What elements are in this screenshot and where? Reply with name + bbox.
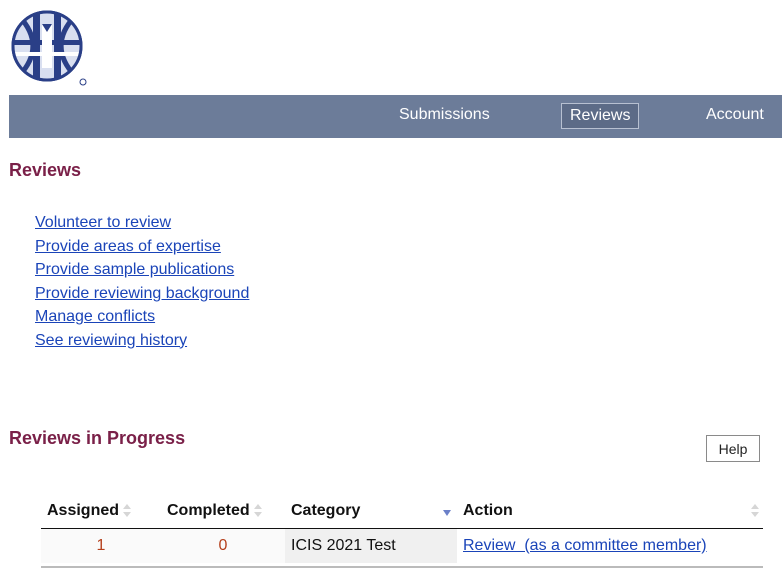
column-header-action[interactable]: Action: [457, 494, 763, 529]
help-button[interactable]: Help: [706, 435, 760, 462]
sort-icon: [253, 503, 262, 518]
column-header-completed[interactable]: Completed: [161, 494, 285, 529]
column-header-label: Action: [463, 502, 513, 519]
nav-reviews[interactable]: Reviews: [561, 103, 640, 129]
list-item: See reviewing history: [35, 329, 249, 353]
list-item: Provide reviewing background: [35, 282, 249, 306]
assigned-count: 1: [41, 528, 161, 563]
top-nav-bar: Submissions Reviews Account: [9, 95, 782, 138]
column-header-label: Category: [291, 502, 361, 519]
column-header-category[interactable]: Category: [285, 494, 457, 529]
reviews-in-progress-title: Reviews in Progress: [9, 428, 186, 448]
column-header-assigned[interactable]: Assigned: [41, 494, 161, 529]
table-bottom-rule: [41, 566, 763, 568]
nav-submissions[interactable]: Submissions: [399, 102, 490, 128]
column-header-label: Assigned: [47, 502, 120, 519]
sample-publications-link[interactable]: Provide sample publications: [35, 261, 234, 278]
action-cell: Review (as a committee member): [457, 529, 763, 564]
volunteer-link[interactable]: Volunteer to review: [35, 214, 171, 231]
list-item: Provide areas of expertise: [35, 235, 249, 259]
page: Submissions Reviews Account Reviews Volu…: [0, 0, 782, 577]
completed-count: 0: [161, 528, 285, 563]
nav-account[interactable]: Account: [706, 102, 764, 128]
globe-logo-icon[interactable]: [9, 6, 93, 90]
manage-conflicts-link[interactable]: Manage conflicts: [35, 308, 155, 325]
reviews-link-list: Volunteer to review Provide areas of exp…: [35, 211, 249, 352]
table-row: 1 0 ICIS 2021 Test Review (as a committe…: [41, 528, 763, 564]
sort-descending-icon: [443, 510, 451, 516]
sort-icon: [751, 504, 759, 518]
reviewing-history-link[interactable]: See reviewing history: [35, 332, 187, 349]
reviews-table: Assigned Completed Category Action 1 0 I…: [41, 494, 763, 563]
review-link[interactable]: Review (as a committee member): [463, 537, 707, 554]
sort-icon: [123, 503, 132, 518]
list-item: Manage conflicts: [35, 305, 249, 329]
category-cell: ICIS 2021 Test: [285, 528, 457, 563]
reviewing-background-link[interactable]: Provide reviewing background: [35, 285, 249, 302]
list-item: Volunteer to review: [35, 211, 249, 235]
column-header-label: Completed: [167, 502, 250, 519]
page-title: Reviews: [9, 160, 82, 180]
list-item: Provide sample publications: [35, 258, 249, 282]
expertise-link[interactable]: Provide areas of expertise: [35, 238, 221, 255]
table-header-row: Assigned Completed Category Action: [41, 494, 763, 529]
